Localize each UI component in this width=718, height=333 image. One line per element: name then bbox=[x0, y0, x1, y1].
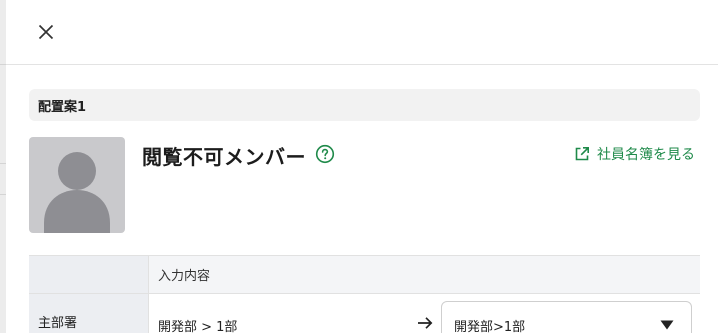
current-department: 開発部 > 1部 bbox=[158, 320, 238, 333]
employee-directory-link[interactable]: 社員名簿を見る bbox=[574, 144, 695, 164]
avatar bbox=[29, 137, 125, 233]
dialog-header bbox=[6, 0, 718, 65]
table-header: 入力内容 bbox=[29, 256, 700, 294]
assignment-table: 入力内容 主部署 開発部 > 1部 開発部>1部 bbox=[29, 255, 700, 333]
close-button[interactable] bbox=[34, 20, 58, 44]
employee-directory-link-label: 社員名簿を見る bbox=[597, 147, 695, 163]
close-icon bbox=[38, 24, 54, 40]
section-title: 配置案1 bbox=[29, 89, 700, 121]
table-row: 主部署 開発部 > 1部 開発部>1部 bbox=[29, 294, 700, 333]
row-label: 主部署 bbox=[29, 294, 149, 333]
row-content: 開発部 > 1部 開発部>1部 bbox=[149, 294, 700, 333]
person-placeholder-icon bbox=[44, 152, 110, 233]
department-select-value: 開発部>1部 bbox=[454, 320, 526, 333]
department-select[interactable]: 開発部>1部 bbox=[441, 301, 692, 333]
member-name: 閲覧不可メンバー bbox=[142, 145, 306, 169]
question-circle-icon bbox=[315, 144, 335, 164]
caret-down-icon bbox=[660, 320, 674, 330]
table-header-input: 入力内容 bbox=[158, 269, 211, 284]
member-detail-dialog: 配置案1 閲覧不可メンバー 社員名簿を見る 入力内容 主部署 開発部 > 1部 bbox=[6, 0, 718, 333]
arrow-right-icon bbox=[418, 317, 433, 329]
external-link-icon bbox=[575, 147, 589, 161]
help-button[interactable] bbox=[315, 144, 335, 164]
table-header-label-cell bbox=[29, 256, 149, 293]
